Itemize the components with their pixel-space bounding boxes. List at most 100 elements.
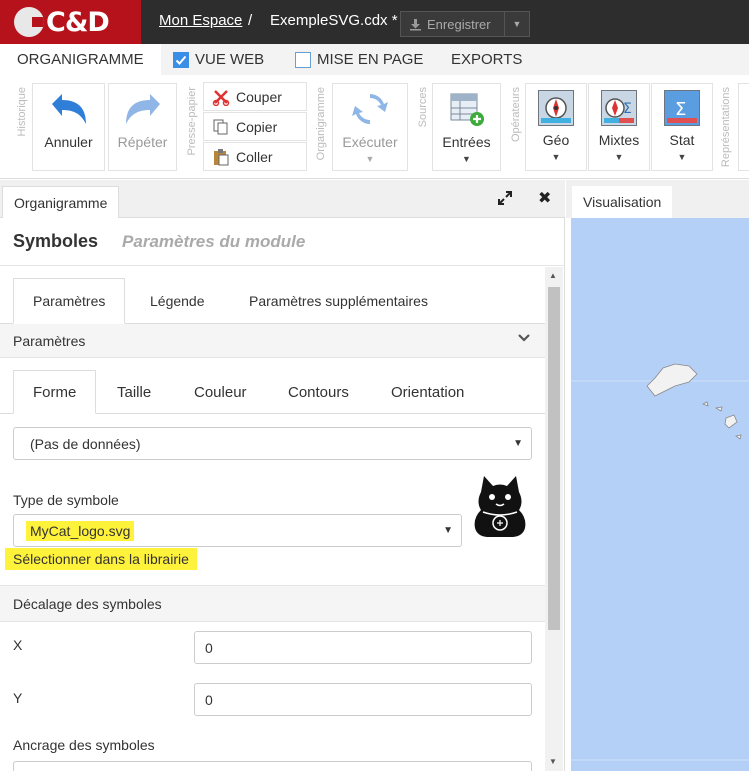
settings-scrollbar[interactable]: ▲ ▼	[545, 267, 563, 771]
symbol-type-select[interactable]: MyCat_logo.svg ▼	[13, 514, 462, 547]
inputs-label: Entrées	[442, 134, 491, 150]
inputs-button[interactable]: Entrées ▼	[432, 83, 501, 171]
paste-icon	[214, 148, 229, 165]
cut-button[interactable]: Couper	[203, 82, 307, 111]
undo-button[interactable]: Annuler	[32, 83, 105, 171]
tab-parametres[interactable]: Paramètres	[13, 278, 126, 324]
caret-down-icon: ▼	[443, 525, 453, 536]
chevron-down-icon	[518, 334, 530, 342]
offset-section-label: Décalage des symboles	[13, 595, 162, 612]
offset-section-header: Décalage des symboles	[0, 585, 545, 622]
tab-parametres-label: Paramètres	[33, 293, 106, 309]
tab-orientation-label: Orientation	[391, 383, 465, 401]
mon-espace-link[interactable]: Mon Espace	[159, 12, 242, 29]
tab-parametres-supplementaires[interactable]: Paramètres supplémentaires	[249, 278, 428, 324]
svg-text:Σ: Σ	[675, 99, 686, 120]
tab-forme[interactable]: Forme	[13, 370, 97, 414]
tab-mise-en-page[interactable]: MISE EN PAGE	[295, 44, 423, 75]
redo-button[interactable]: Répéter	[108, 83, 177, 171]
download-icon	[410, 18, 421, 30]
module-subtitle: Paramètres du module	[122, 231, 306, 251]
symbol-type-label: Type de symbole	[13, 492, 119, 508]
close-icon[interactable]: ✖	[538, 188, 551, 208]
chevron-down-icon: ▼	[365, 154, 375, 164]
data-field-select-value: (Pas de données)	[30, 435, 141, 452]
group-label-sources: Sources	[417, 87, 429, 128]
mixed-button[interactable]: Σ Mixtes ▼	[588, 83, 650, 171]
tab-forme-label: Forme	[33, 383, 77, 401]
settings-tabs: Paramètres Légende Paramètres supplément…	[0, 267, 545, 324]
organigramme-panel-tab[interactable]: Organigramme	[2, 186, 120, 218]
redo-label: Répéter	[117, 134, 168, 150]
tab-couleur[interactable]: Couleur	[194, 370, 247, 414]
copy-button[interactable]: Copier	[203, 112, 307, 141]
tab-exports[interactable]: EXPORTS	[451, 44, 522, 75]
vue-web-checkbox[interactable]	[173, 51, 189, 68]
island-shapes	[646, 363, 742, 440]
chevron-down-icon: ▼	[614, 152, 624, 162]
app-logo[interactable]: C&D	[0, 0, 141, 44]
paste-label: Coller	[236, 148, 273, 165]
anchor-label: Ancrage des symboles	[13, 737, 155, 753]
undo-icon	[51, 94, 86, 124]
map-view[interactable]	[571, 218, 749, 771]
execute-label: Exécuter	[342, 134, 398, 150]
visualisation-tab[interactable]: Visualisation	[572, 186, 673, 218]
compass-sigma-icon: Σ	[601, 90, 637, 126]
svg-text:Σ: Σ	[623, 101, 632, 117]
lucky-cat-icon	[474, 476, 526, 537]
tab-taille[interactable]: Taille	[117, 370, 151, 414]
stat-button[interactable]: Σ Stat ▼	[651, 83, 713, 171]
chevron-down-icon: ▼	[512, 19, 522, 29]
panel-header: Organigramme ✖	[0, 180, 565, 218]
tab-orientation[interactable]: Orientation	[391, 370, 464, 414]
settings-scroll-area: Paramètres Légende Paramètres supplément…	[0, 267, 545, 771]
tab-mise-en-page-label: MISE EN PAGE	[317, 51, 424, 68]
scroll-up-icon[interactable]: ▲	[549, 271, 557, 280]
geo-button[interactable]: Géo ▼	[525, 83, 587, 171]
map-graticule	[571, 363, 749, 761]
tab-legende-label: Légende	[150, 293, 205, 309]
copy-label: Copier	[236, 118, 278, 135]
data-field-select[interactable]: (Pas de données) ▼	[13, 427, 532, 460]
copy-icon	[213, 119, 228, 134]
sigma-icon: Σ	[664, 90, 700, 126]
tab-exports-label: EXPORTS	[451, 51, 523, 68]
ribbon-tabs: ORGANIGRAMME VUE WEB MISE EN PAGE EXPORT…	[0, 44, 749, 75]
refresh-icon	[352, 94, 388, 124]
save-button-label: Enregistrer	[427, 16, 491, 32]
tab-organigramme-label: ORGANIGRAMME	[17, 51, 144, 68]
parametres-section-header[interactable]: Paramètres	[0, 324, 545, 358]
anchor-select[interactable]	[13, 761, 532, 771]
representations-button-partial[interactable]	[738, 83, 749, 171]
paste-button[interactable]: Coller	[203, 142, 307, 171]
expand-icon[interactable]	[497, 190, 513, 211]
tab-parametres-supplementaires-label: Paramètres supplémentaires	[249, 293, 428, 309]
visualisation-tab-label: Visualisation	[583, 194, 662, 210]
execute-button[interactable]: Exécuter ▼	[332, 83, 408, 171]
compass-icon	[538, 90, 574, 126]
scroll-down-icon[interactable]: ▼	[549, 757, 557, 766]
tab-contours[interactable]: Contours	[288, 370, 349, 414]
geo-label: Géo	[542, 132, 570, 148]
chevron-down-icon: ▼	[677, 152, 687, 162]
tab-vue-web[interactable]: VUE WEB	[173, 44, 264, 75]
file-name: ExempleSVG.cdx *	[270, 12, 398, 29]
tab-legende[interactable]: Légende	[150, 278, 205, 324]
mise-en-page-checkbox[interactable]	[295, 51, 311, 68]
y-offset-input[interactable]: 0	[194, 683, 532, 716]
save-button[interactable]: Enregistrer	[400, 11, 505, 37]
group-label-historique: Historique	[16, 87, 28, 137]
ribbon-toolbar: Historique Annuler Répéter Presse-papier…	[0, 75, 749, 179]
select-from-library-link[interactable]: Sélectionner dans la librairie	[5, 548, 197, 570]
x-offset-input[interactable]: 0	[194, 631, 532, 664]
caret-down-icon: ▼	[513, 438, 523, 449]
save-options-button[interactable]: ▼	[504, 11, 530, 37]
group-label-organigramme: Organigramme	[315, 87, 327, 161]
tab-organigramme[interactable]: ORGANIGRAMME	[0, 44, 161, 75]
tab-couleur-label: Couleur	[194, 383, 247, 401]
scrollbar-thumb[interactable]	[548, 287, 560, 630]
tab-vue-web-label: VUE WEB	[195, 51, 265, 68]
y-offset-value: 0	[205, 691, 213, 708]
group-label-operateurs: Opérateurs	[510, 87, 522, 143]
